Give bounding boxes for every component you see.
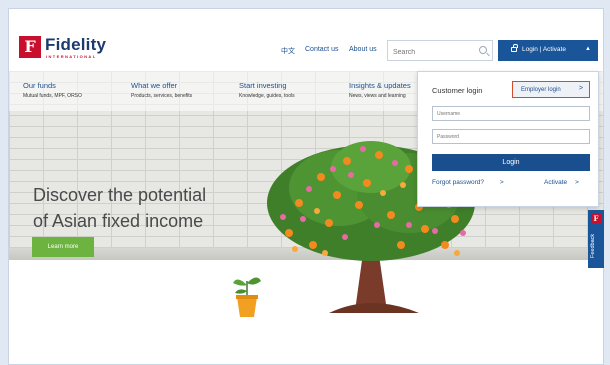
- about-us-link[interactable]: About us: [349, 46, 377, 53]
- login-submit-button[interactable]: Login: [432, 154, 590, 171]
- nav-item-subtitle: News, views and learning: [349, 93, 406, 99]
- brand-tagline: INTERNATIONAL: [46, 54, 97, 59]
- search-box[interactable]: [387, 40, 493, 62]
- activate-label: Activate: [544, 179, 568, 186]
- hero-headline-line1: Discover the potential: [33, 185, 207, 205]
- chevron-right-icon: >: [574, 179, 579, 186]
- hero-headline-line2: of Asian fixed income: [33, 211, 204, 231]
- search-icon[interactable]: [479, 46, 487, 54]
- language-link[interactable]: 中文: [281, 46, 295, 56]
- learn-more-button[interactable]: Learn more: [32, 237, 94, 257]
- chevron-right-icon: >: [578, 85, 583, 92]
- nav-item-what-we-offer[interactable]: What we offer Products, services, benefi…: [131, 81, 192, 99]
- site-header: F Fidelity INTERNATIONAL 中文 Contact us A…: [9, 9, 603, 71]
- contact-us-link[interactable]: Contact us: [305, 46, 338, 53]
- activate-link[interactable]: Activate >: [544, 179, 579, 186]
- login-dropdown-panel: Customer login Employer login > Login Fo…: [417, 71, 599, 207]
- nav-item-subtitle: Knowledge, guides, tools: [239, 93, 295, 99]
- nav-item-insights-updates[interactable]: Insights & updates News, views and learn…: [349, 81, 411, 99]
- customer-login-title: Customer login: [432, 86, 483, 95]
- login-activate-label: Login | Activate: [522, 46, 566, 53]
- brand-name[interactable]: Fidelity: [45, 35, 106, 55]
- password-field[interactable]: [432, 129, 590, 144]
- fidelity-logo-icon[interactable]: F: [19, 36, 41, 58]
- forgot-password-link[interactable]: Forgot password? >: [432, 179, 504, 186]
- potted-plant-illustration: [233, 277, 261, 317]
- forgot-password-label: Forgot password?: [432, 179, 485, 186]
- lock-icon: [511, 44, 518, 52]
- employer-login-button[interactable]: Employer login >: [512, 81, 590, 98]
- browser-frame: Discover the potential of Asian fixed in…: [8, 8, 604, 365]
- nav-item-title: Insights & updates: [349, 81, 411, 90]
- feedback-label: Feedback: [590, 233, 596, 258]
- nav-item-subtitle: Mutual funds, MPF, ORSO: [23, 93, 82, 99]
- nav-item-title: Start investing: [239, 81, 287, 90]
- feedback-tab[interactable]: F Feedback: [588, 210, 604, 268]
- fidelity-logo-icon: F: [591, 214, 601, 224]
- nav-item-our-funds[interactable]: Our funds Mutual funds, MPF, ORSO: [23, 81, 82, 99]
- nav-item-subtitle: Products, services, benefits: [131, 93, 193, 99]
- nav-item-start-investing[interactable]: Start investing Knowledge, guides, tools: [239, 81, 295, 99]
- chevron-right-icon: >: [499, 179, 504, 186]
- login-activate-button[interactable]: Login | Activate ▲: [498, 40, 598, 61]
- caret-up-icon: ▲: [585, 46, 591, 52]
- nav-item-title: What we offer: [131, 81, 178, 90]
- username-field[interactable]: [432, 106, 590, 121]
- employer-login-label: Employer login: [521, 86, 561, 93]
- nav-item-title: Our funds: [23, 81, 56, 90]
- search-input[interactable]: [388, 43, 474, 62]
